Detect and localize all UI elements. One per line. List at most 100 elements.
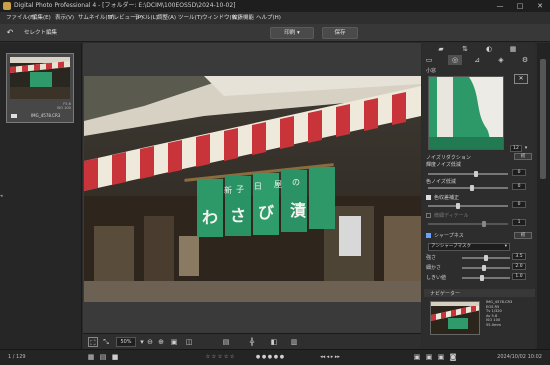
nav-info-6: 55.0mm (486, 322, 502, 327)
fine-detail-slider[interactable] (428, 223, 508, 225)
strength-knob[interactable] (484, 255, 488, 261)
collapse-left-icon[interactable]: ◂ (0, 193, 4, 199)
navigator-header: ナビゲーター (430, 291, 461, 297)
panel-icon[interactable]: ▥ (289, 337, 299, 347)
window-title: Digital Photo Professional 4 - [フォルダー: E… (14, 2, 236, 9)
panel-bottom-icon[interactable]: ▣ (436, 352, 446, 362)
luma-slider-knob[interactable] (474, 171, 478, 177)
check-icon[interactable] (11, 114, 17, 118)
luma-value[interactable]: 0 (512, 169, 526, 176)
view-single-icon[interactable]: ■ (110, 352, 120, 362)
compare-icon[interactable]: ◫ (184, 337, 194, 347)
svg-text:の: の (292, 178, 300, 187)
fineness-value[interactable]: 2.0 (512, 263, 526, 270)
thumbnail-item[interactable]: IMG_4578.CR3 F5.6 ISO 100 (6, 53, 74, 123)
fit-icon[interactable]: ⛶ (88, 337, 98, 347)
detail-view[interactable] (428, 76, 504, 150)
tab-tone-icon[interactable]: ⇅ (460, 44, 470, 54)
svg-text:さ: さ (230, 206, 246, 225)
sharp-mode-dropdown-icon: ▾ (504, 244, 507, 249)
chroma-slider[interactable] (428, 187, 508, 189)
fine-detail-value[interactable]: 1 (512, 219, 526, 226)
zoom-value-dropdown-icon[interactable]: ▾ (522, 143, 530, 153)
playback-controls[interactable]: ◂◂ ◂ ▸ ▸▸ (305, 352, 355, 362)
preview-image[interactable]: わ さ び 漬 新子 日 屋 の (84, 76, 421, 302)
fine-detail-knob[interactable] (482, 221, 486, 227)
threshold-label: しきい値 (426, 275, 447, 281)
svg-text:わ: わ (202, 208, 218, 227)
fineness-slider[interactable] (462, 267, 510, 269)
save-label: 保存 (334, 30, 346, 36)
tab-color-icon[interactable]: ◐ (484, 44, 494, 54)
tab-basic-icon[interactable]: ▰ (436, 44, 446, 54)
zoom-select[interactable]: 50% (116, 337, 136, 347)
chroma-slider-knob[interactable] (470, 185, 474, 191)
zoom-value[interactable]: 12 (510, 145, 522, 152)
navigator-header-bar[interactable]: ナビゲーター (424, 289, 535, 297)
navigator-thumbnail[interactable] (430, 301, 480, 335)
sharpness-checkbox[interactable] (426, 233, 431, 238)
palette-scrollbar[interactable] (537, 43, 550, 349)
view-grid-icon[interactable]: ▦ (86, 352, 96, 362)
fine-detail-checkbox[interactable] (426, 213, 431, 218)
menu-adjust[interactable]: 調整(A) (157, 12, 176, 24)
threshold-knob[interactable] (480, 275, 484, 281)
tab-crop-icon[interactable]: ⊿ (472, 55, 482, 65)
camera-icon[interactable]: ◙ (448, 352, 458, 362)
tab-detail-icon[interactable]: ▭ (424, 55, 434, 65)
noise-reset-button[interactable]: 初 (514, 153, 532, 160)
menu-edit[interactable]: 編集(E) (32, 12, 51, 24)
threshold-value[interactable]: 1.0 (512, 273, 526, 280)
menu-help[interactable]: ヘルプ(H) (256, 12, 281, 24)
navigator-info: IMG_4578.CR3 EOS R5 Tv 1/320 Av 5.6 ISO … (486, 300, 512, 328)
zoom-out-icon[interactable]: ⊖ (145, 337, 155, 347)
panel-right-icon[interactable]: ▣ (424, 352, 434, 362)
print-button[interactable]: 印刷 ▾ (270, 27, 314, 39)
status-date: 2024/10/02 10:02 (497, 354, 542, 360)
strength-value[interactable]: 3.5 (512, 253, 526, 260)
close-icon[interactable]: ✕ (530, 0, 550, 12)
threshold-slider[interactable] (462, 277, 510, 279)
tab-noise-active[interactable]: ◎ (448, 55, 462, 65)
noise-header: ノイズリダクション (426, 155, 471, 161)
scrollbar-thumb[interactable] (540, 59, 546, 179)
color-fringe-slider[interactable] (428, 205, 508, 207)
af-point-icon[interactable]: ◧ (269, 337, 279, 347)
close-window-icon[interactable]: ✕ (514, 74, 528, 84)
thumbnail-info-2: ISO 100 (57, 106, 71, 110)
select-edit-tab[interactable]: セレクト編集 (24, 27, 57, 39)
section-title: 小窓 (426, 68, 437, 74)
rating-marks[interactable]: ☆ ☆ ☆ ☆ ☆ (200, 352, 240, 362)
luma-slider[interactable] (428, 173, 508, 175)
crop-icon[interactable]: ▣ (169, 337, 179, 347)
save-button[interactable]: 保存 (322, 27, 358, 39)
tab-info-icon[interactable]: ◈ (496, 55, 506, 65)
sharp-mode-select[interactable]: アンシャープマスク ▾ (428, 243, 510, 251)
color-fringe-value[interactable]: 0 (512, 201, 526, 208)
color-fringe-checkbox[interactable] (426, 195, 431, 200)
sharpness-header: シャープネス (434, 233, 464, 239)
actual-size-icon[interactable]: ⤡ (101, 337, 111, 347)
grid-icon[interactable]: ╬ (247, 337, 257, 347)
status-bar: 1 / 129 ▦ ▤ ■ ☆ ☆ ☆ ☆ ☆ ● ● ● ● ● ◂◂ ◂ ▸… (0, 349, 550, 365)
fineness-knob[interactable] (482, 265, 486, 271)
tab-lens-icon[interactable]: ▦ (508, 44, 518, 54)
minimize-icon[interactable]: — (490, 0, 510, 12)
tab-settings-icon[interactable]: ⚙ (520, 55, 530, 65)
menu-view[interactable]: 表示(V) (55, 12, 74, 24)
color-fringe-knob[interactable] (456, 203, 460, 209)
label-marks[interactable]: ● ● ● ● ● (250, 352, 290, 362)
panel-left-icon[interactable]: ▣ (412, 352, 422, 362)
menu-label[interactable]: ラベル(L) (134, 12, 158, 24)
sharpness-reset-button[interactable]: 初 (514, 232, 532, 239)
layout-icon[interactable]: ▤ (221, 337, 231, 347)
back-icon[interactable]: ↶ (4, 27, 16, 39)
chroma-value[interactable]: 0 (512, 183, 526, 190)
menu-tools[interactable]: ツール(T) (178, 12, 202, 24)
zoom-in-icon[interactable]: ⊕ (156, 337, 166, 347)
fineness-label: 細かさ (426, 265, 442, 271)
thumbnail-filename: IMG_4578.CR3 (31, 113, 61, 118)
maximize-icon[interactable]: □ (510, 0, 530, 12)
view-list-icon[interactable]: ▤ (98, 352, 108, 362)
menu-extensions[interactable]: 拡張機能 (232, 12, 254, 24)
